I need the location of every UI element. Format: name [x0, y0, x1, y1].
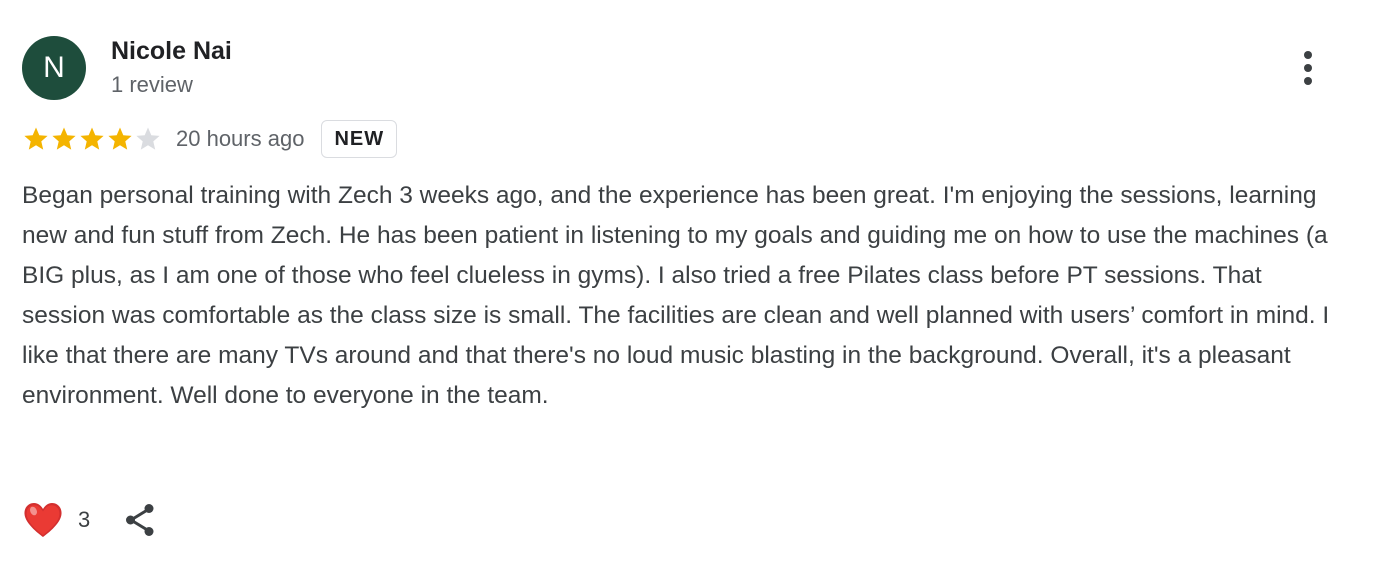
- like-button[interactable]: 3: [22, 500, 90, 540]
- author-name[interactable]: Nicole Nai: [111, 36, 232, 66]
- review-text: Began personal training with Zech 3 week…: [22, 182, 1330, 409]
- more-options-button[interactable]: [1288, 44, 1328, 92]
- share-icon: [126, 504, 154, 536]
- rating-row: 20 hours ago NEW: [22, 118, 398, 160]
- review-card: N Nicole Nai 1 review 20 hours ago NEW B…: [0, 0, 1374, 578]
- author-review-count: 1 review: [111, 72, 193, 97]
- review-time: 20 hours ago: [176, 126, 305, 151]
- heart-icon: [24, 503, 62, 537]
- more-vertical-icon: [1304, 51, 1312, 85]
- star-filled-icon: [80, 127, 104, 150]
- new-badge: NEW: [321, 120, 398, 158]
- star-filled-icon: [24, 127, 48, 150]
- review-actions: 3: [22, 498, 160, 542]
- star-filled-icon: [108, 127, 132, 150]
- avatar[interactable]: N: [22, 36, 86, 100]
- avatar-initial: N: [43, 51, 65, 84]
- share-button[interactable]: [120, 498, 160, 542]
- star-rating: [22, 125, 162, 153]
- like-count: 3: [78, 507, 91, 532]
- star-empty-icon: [136, 127, 160, 150]
- star-filled-icon: [52, 127, 76, 150]
